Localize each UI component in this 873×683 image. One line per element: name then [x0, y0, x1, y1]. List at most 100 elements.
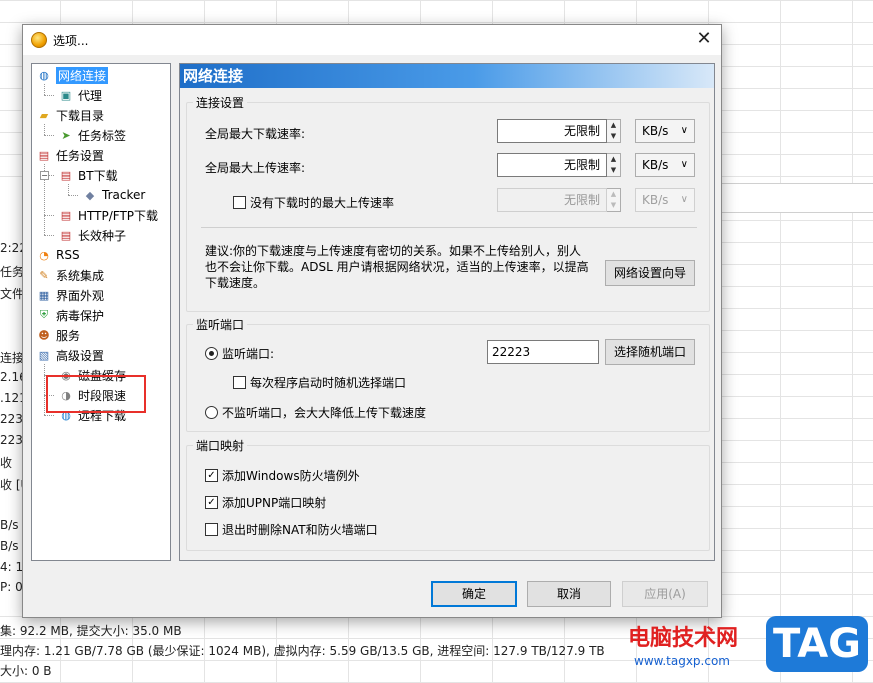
- upnp-checkbox[interactable]: ✓ 添加UPNP端口映射: [205, 494, 326, 511]
- service-users-icon: ☻: [38, 328, 50, 342]
- background-status-line-2: 理内存: 1.21 GB/7.78 GB (最少保证: 1024 MB), 虚拟…: [0, 644, 605, 658]
- tree-item[interactable]: ▰ 下载目录: [36, 106, 104, 124]
- collapse-icon[interactable]: −: [40, 171, 49, 180]
- idle-upload-unit-select[interactable]: KB/s ∨: [635, 188, 695, 212]
- spin-up-icon[interactable]: ▲: [607, 154, 620, 165]
- tree-item[interactable]: ▤ BT下载: [58, 166, 118, 184]
- tree-item[interactable]: ▦ 界面外观: [36, 286, 104, 304]
- apply-button[interactable]: 应用(A): [622, 581, 708, 607]
- random-on-start-checkbox[interactable]: 每次程序启动时随机选择端口: [233, 374, 406, 391]
- chevron-down-icon: ∨: [680, 194, 688, 205]
- dialog-titlebar[interactable]: 选项... ✕: [23, 25, 721, 55]
- tree-item-label: Tracker: [102, 188, 146, 202]
- background-fragment: P: 0: [0, 580, 23, 594]
- tree-item-label: 服务: [56, 328, 81, 343]
- max-download-spinner[interactable]: 无限制 ▲ ▼: [497, 119, 621, 143]
- idle-upload-checkbox[interactable]: 没有下载时的最大上传速率: [233, 194, 394, 211]
- checkbox-box[interactable]: [233, 376, 246, 389]
- checkbox-box[interactable]: [233, 196, 246, 209]
- group-title: 连接设置: [193, 94, 248, 111]
- spin-up-icon[interactable]: ▲: [607, 120, 620, 131]
- close-button[interactable]: ✕: [693, 29, 715, 51]
- random-port-button[interactable]: 选择随机端口: [605, 339, 695, 365]
- tree-connector: [44, 215, 54, 216]
- remove-nat-checkbox[interactable]: 退出时删除NAT和防火墙端口: [205, 521, 378, 538]
- listen-port-radio[interactable]: 监听端口:: [205, 345, 274, 362]
- chevron-down-icon: ∨: [680, 125, 688, 136]
- tree-item[interactable]: ✎ 系统集成: [36, 266, 104, 284]
- cancel-button[interactable]: 取消: [527, 581, 611, 607]
- spin-down-icon[interactable]: ▼: [607, 165, 620, 176]
- watermark-site-name: 电脑技术网: [628, 626, 739, 651]
- checkmark-icon[interactable]: ✓: [205, 496, 218, 509]
- listen-port-group: 监听端口 监听端口: 22223 选择随机端口 每次程序启动时随机选择端口 不监…: [186, 316, 710, 432]
- watermark-url: www.tagxp.com: [634, 654, 730, 668]
- tree-connector: [44, 415, 54, 416]
- tree-item[interactable]: ▤ 任务设置: [36, 146, 104, 164]
- tree-connector: [44, 235, 54, 236]
- advice-line: 也不会让你下载。ADSL 用户请根据网络状况，适当的上传速率，以提高: [205, 260, 589, 274]
- port-input[interactable]: 22223: [487, 340, 599, 364]
- spinner-arrows[interactable]: ▲ ▼: [607, 153, 621, 177]
- tree-connector: [44, 364, 45, 415]
- ok-button[interactable]: 确定: [431, 581, 517, 607]
- checkbox-box[interactable]: [205, 523, 218, 536]
- radio-circle[interactable]: [205, 347, 218, 360]
- bt-icon: ▤: [60, 168, 72, 182]
- shield-icon: ⛨: [39, 308, 49, 321]
- checkmark-icon[interactable]: ✓: [205, 469, 218, 482]
- no-listen-label: 不监听端口，会大大降低上传下载速度: [222, 406, 427, 420]
- tree-item[interactable]: ◍ 网络连接: [36, 66, 109, 84]
- tag-icon: ➤: [61, 128, 71, 142]
- http-ftp-icon: ▤: [60, 208, 72, 222]
- max-download-unit-select[interactable]: KB/s ∨: [635, 119, 695, 143]
- tree-item[interactable]: ◆ Tracker: [82, 186, 146, 204]
- tree-connector: [68, 195, 78, 196]
- remove-nat-label: 退出时删除NAT和防火墙端口: [222, 523, 378, 537]
- idle-upload-spinner[interactable]: 无限制 ▲ ▼: [497, 188, 621, 212]
- tree-item[interactable]: ▤ 长效种子: [58, 226, 126, 244]
- background-status-line-1: 集: 92.2 MB, 提交大小: 35.0 MB: [0, 624, 182, 638]
- tree-item[interactable]: ▤ HTTP/FTP下载: [58, 206, 158, 224]
- tree-item-label: 代理: [78, 88, 103, 103]
- spin-down-icon[interactable]: ▼: [607, 200, 620, 211]
- tree-item[interactable]: ▣ 代理: [58, 86, 102, 104]
- spin-up-icon[interactable]: ▲: [607, 189, 620, 200]
- tree-connector: [44, 84, 45, 95]
- task-settings-icon: ▤: [38, 148, 50, 162]
- max-upload-value[interactable]: 无限制: [497, 153, 607, 177]
- tree-item-label: 界面外观: [56, 288, 105, 303]
- proxy-icon: ▣: [60, 88, 72, 102]
- no-listen-radio[interactable]: 不监听端口，会大大降低上传下载速度: [205, 404, 426, 421]
- max-download-value[interactable]: 无限制: [497, 119, 607, 143]
- options-tree[interactable]: − ◍ 网络连接 ▣ 代理 ▰ 下载目录 ➤ 任务标签 ▤ 任务设置 ▤ BT下载 ◆ Tracker ▤ H…: [31, 63, 171, 561]
- firewall-label: 添加Windows防火墙例外: [222, 469, 360, 483]
- max-upload-unit-select[interactable]: KB/s ∨: [635, 153, 695, 177]
- unit-value: KB/s: [642, 193, 669, 207]
- tree-item[interactable]: ◔ RSS: [36, 246, 79, 264]
- panel-header: 网络连接: [180, 64, 714, 88]
- system-integration-icon: ✎: [39, 268, 49, 282]
- group-title: 监听端口: [193, 316, 248, 333]
- spinner-arrows[interactable]: ▲ ▼: [607, 188, 621, 212]
- tree-item[interactable]: ☻ 服务: [36, 326, 80, 344]
- radio-circle[interactable]: [205, 406, 218, 419]
- watermark-tag-logo: TAG: [766, 616, 868, 672]
- tree-item-label: BT下载: [78, 168, 118, 183]
- spinner-arrows[interactable]: ▲ ▼: [607, 119, 621, 143]
- options-dialog: 选项... ✕ − ◍ 网络连接 ▣ 代理 ▰ 下载目录 ➤ 任务标签 ▤ 任务设置 ▤ BT下载 ◆ T…: [22, 24, 722, 618]
- tree-connector: [44, 135, 54, 136]
- network-globe-icon: ◍: [39, 68, 49, 82]
- folder-icon: ▰: [39, 108, 49, 122]
- tree-item[interactable]: ▧ 高级设置: [36, 346, 104, 364]
- spin-down-icon[interactable]: ▼: [607, 131, 620, 142]
- firewall-checkbox[interactable]: ✓ 添加Windows防火墙例外: [205, 467, 360, 484]
- max-upload-spinner[interactable]: 无限制 ▲ ▼: [497, 153, 621, 177]
- idle-upload-value[interactable]: 无限制: [497, 188, 607, 212]
- tree-item[interactable]: ⛨ 病毒保护: [36, 306, 104, 324]
- network-wizard-button[interactable]: 网络设置向导: [605, 260, 695, 286]
- dialog-title: 选项...: [53, 33, 89, 48]
- port-mapping-group: 端口映射 ✓ 添加Windows防火墙例外 ✓ 添加UPNP端口映射 退出时删除…: [186, 437, 710, 551]
- tree-connector: [68, 184, 69, 195]
- tree-item[interactable]: ➤ 任务标签: [58, 126, 126, 144]
